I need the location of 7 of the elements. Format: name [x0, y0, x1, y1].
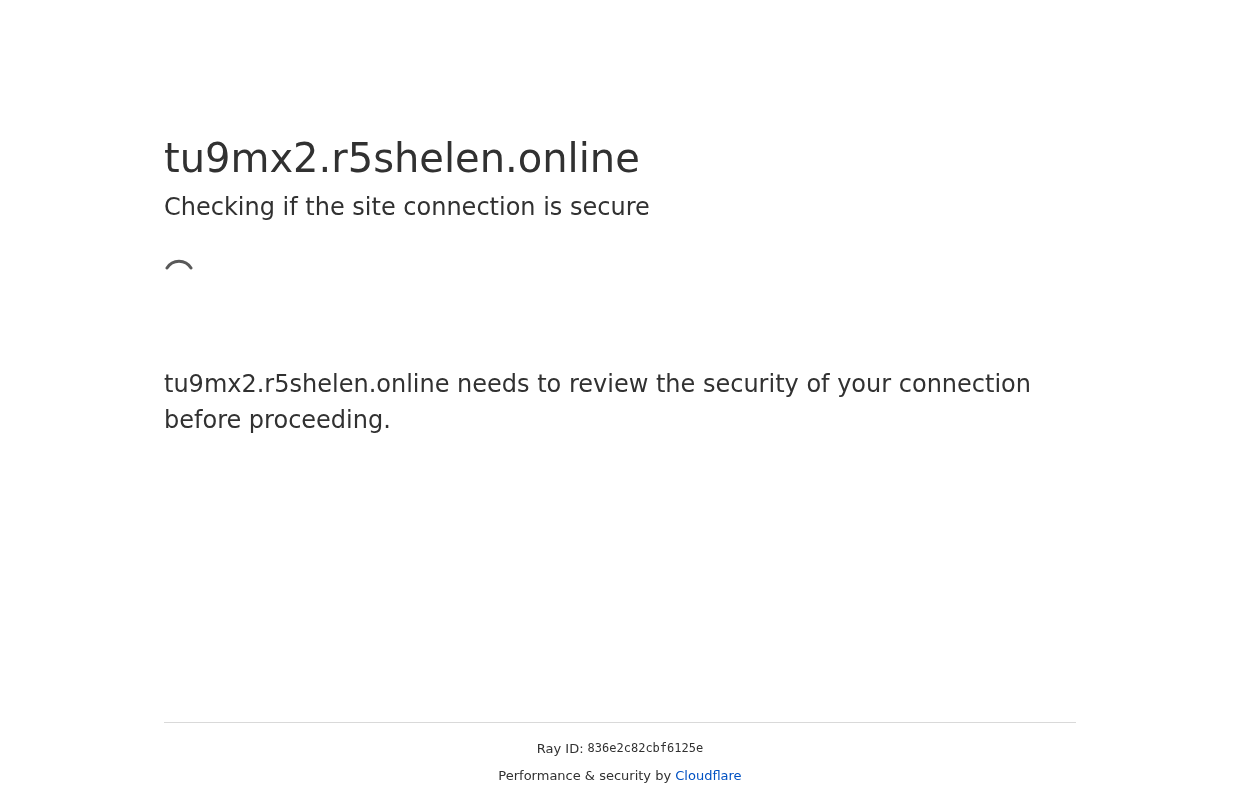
- ray-id-label: Ray ID:: [536, 740, 584, 757]
- cloudflare-link[interactable]: Cloudflare: [675, 768, 742, 783]
- security-message: tu9mx2.r5shelen.online needs to review the security of your connection before proceeding.: [164, 369, 1032, 436]
- attribution-text: Performance & security by Cloudflare: [498, 767, 742, 784]
- page-title: tu9mx2.r5shelen.online: [164, 134, 641, 182]
- page-subtitle: Checking if the site connection is secure: [164, 192, 651, 222]
- ray-id-value: 836e2c82cbf6125e: [587, 740, 704, 757]
